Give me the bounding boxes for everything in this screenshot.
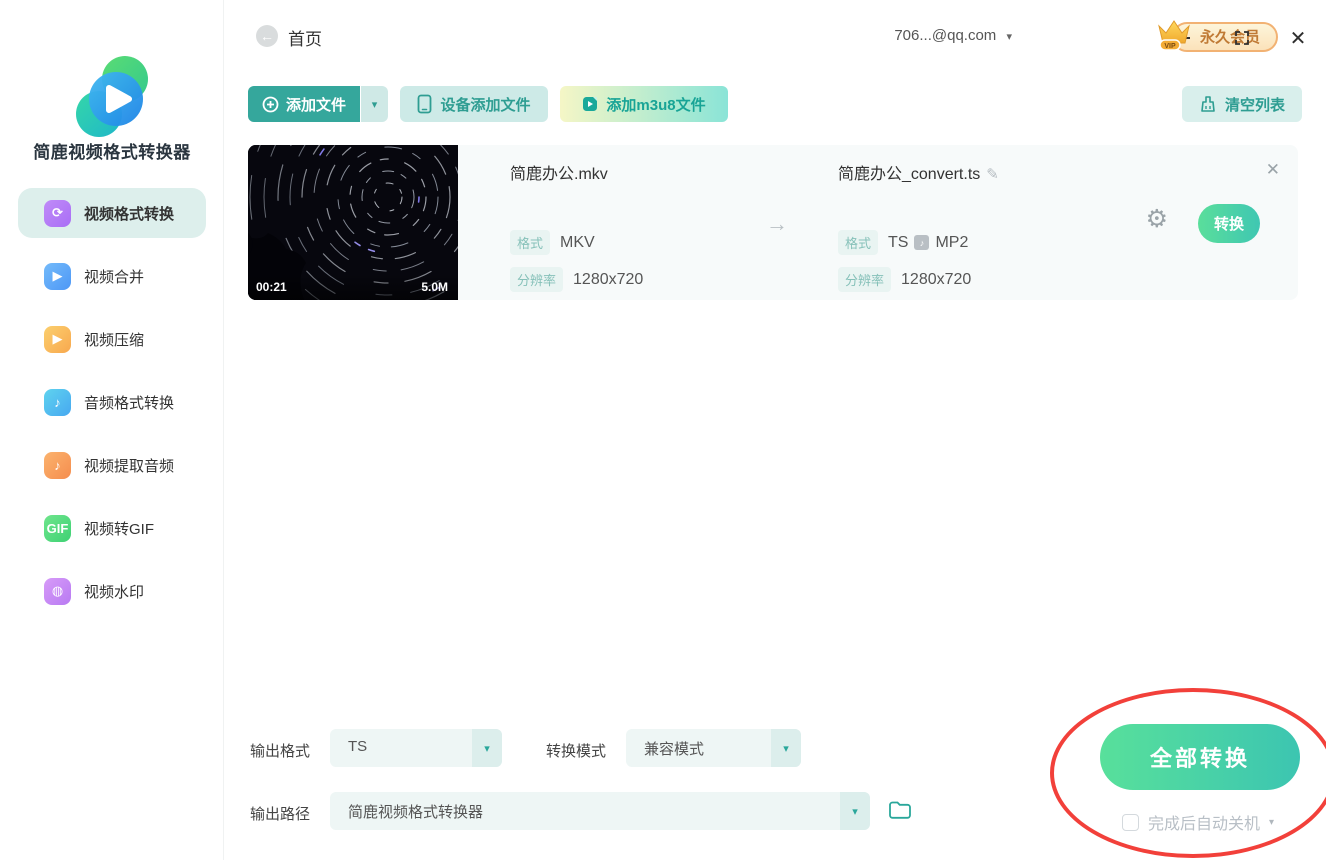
audio-convert-icon: ♪: [44, 388, 71, 416]
gear-icon[interactable]: ⚙: [1146, 207, 1168, 232]
clear-list-button[interactable]: 清空列表: [1182, 86, 1302, 122]
header: ← 首页 706...@qq.com ▾ VIP 永久会员 ✕: [248, 18, 1306, 58]
folder-icon: [889, 801, 911, 819]
add-file-dropdown-button[interactable]: ▾: [361, 86, 388, 122]
sidebar-item-label: 视频提取音频: [84, 457, 175, 475]
app-name: 简鹿视频格式转换器: [33, 143, 191, 162]
chevron-down-icon: ▾: [371, 98, 378, 111]
source-file-info: 简鹿办公.mkv 格式 MKV 分辨率 1280x720: [510, 145, 840, 300]
output-path-label: 输出路径: [250, 806, 311, 823]
add-file-label: 添加文件: [285, 96, 346, 114]
sidebar-item-label: 视频转GIF: [84, 520, 154, 538]
file-list-item: 00:21 5.0M 简鹿办公.mkv 格式 MKV 分辨率 1280x720 …: [248, 145, 1298, 300]
thumbnail-overlay: 00:21 5.0M: [248, 274, 458, 300]
svg-text:VIP: VIP: [1164, 43, 1176, 50]
remove-file-icon[interactable]: ✕: [1266, 160, 1280, 180]
convert-button[interactable]: 转换: [1198, 204, 1260, 243]
convert-all-button[interactable]: 全部转换: [1100, 724, 1300, 790]
toolbar: 添加文件 ▾ 设备添加文件 添加m3u8文件 清空列表: [248, 86, 1302, 122]
maximize-icon: [1235, 31, 1249, 45]
arrow-right-icon: →: [766, 211, 788, 236]
video-size: 5.0M: [421, 280, 448, 294]
account-email: 706...@qq.com: [894, 27, 997, 44]
add-from-device-label: 设备添加文件: [440, 96, 531, 114]
sidebar-item-label: 视频合并: [84, 268, 145, 286]
video-to-gif-icon: GIF: [44, 514, 71, 542]
output-file-name: 简鹿办公_convert.ts ✎: [838, 166, 999, 183]
format-tag: 格式: [838, 230, 879, 255]
video-convert-icon: ⟳: [44, 199, 71, 227]
sidebar-item-video-format-convert[interactable]: ⟳ 视频格式转换: [18, 188, 206, 238]
format-tag: 格式: [510, 230, 551, 255]
m3u8-file-icon: [583, 97, 598, 111]
add-from-device-button[interactable]: 设备添加文件: [400, 86, 548, 122]
extract-audio-icon: ♪: [44, 451, 71, 479]
sidebar: 简鹿视频格式转换器 ⟳ 视频格式转换 ▶ 视频合并 ▶ 视频压缩 ♪ 音频格式转…: [0, 0, 224, 860]
phone-icon: [418, 94, 432, 114]
resolution-tag: 分辨率: [838, 267, 892, 292]
auto-shutdown-label: 完成后自动关机: [1148, 816, 1261, 833]
chevron-down-icon: ▾: [840, 792, 870, 830]
app-logo: [0, 52, 224, 149]
page-title: 首页: [288, 30, 322, 49]
output-path-value: 简鹿视频格式转换器: [348, 804, 484, 821]
crown-icon: VIP: [1158, 20, 1190, 51]
video-merge-icon: ▶: [44, 262, 71, 290]
sidebar-item-label: 视频压缩: [84, 331, 145, 349]
chevron-down-icon: ▾: [1269, 816, 1275, 828]
watermark-icon: ◍: [44, 577, 71, 605]
sidebar-item-label: 音频格式转换: [84, 394, 175, 412]
sidebar-item-label: 视频水印: [84, 583, 145, 601]
sidebar-item-video-watermark[interactable]: ◍ 视频水印: [18, 566, 206, 616]
open-folder-button[interactable]: [888, 800, 912, 825]
source-resolution-value: 1280x720: [573, 270, 644, 288]
chevron-down-icon: ▾: [1006, 31, 1012, 43]
sidebar-menu: ⟳ 视频格式转换 ▶ 视频合并 ▶ 视频压缩 ♪ 音频格式转换 ♪ 视频提取音频…: [18, 188, 206, 629]
source-file-name: 简鹿办公.mkv: [510, 166, 608, 183]
video-compress-icon: ▶: [44, 325, 71, 353]
convert-label: 转换: [1213, 216, 1244, 233]
plus-circle-icon: [262, 96, 279, 112]
convert-mode-label: 转换模式: [546, 743, 607, 760]
back-button[interactable]: ←: [256, 25, 278, 47]
video-thumbnail[interactable]: 00:21 5.0M: [248, 145, 458, 300]
chevron-down-icon: ▾: [472, 729, 502, 767]
sidebar-item-extract-audio[interactable]: ♪ 视频提取音频: [18, 440, 206, 490]
chevron-down-icon: ▾: [771, 729, 801, 767]
output-format-value: TS ♪ MP2: [888, 233, 969, 251]
convert-all-label: 全部转换: [1149, 746, 1250, 771]
sidebar-item-label: 视频格式转换: [84, 205, 175, 223]
convert-mode-select[interactable]: 兼容模式 ▾: [626, 729, 801, 767]
auto-shutdown-option[interactable]: 完成后自动关机 ▾: [1122, 810, 1274, 834]
resolution-tag: 分辨率: [510, 267, 564, 292]
account-menu[interactable]: 706...@qq.com ▾: [894, 27, 1012, 44]
sidebar-item-video-to-gif[interactable]: GIF 视频转GIF: [18, 503, 206, 553]
convert-mode-selected: 兼容模式: [644, 741, 705, 758]
output-format-label: 输出格式: [250, 743, 311, 760]
output-resolution-value: 1280x720: [901, 270, 972, 288]
output-format-select[interactable]: TS ▾: [330, 729, 502, 767]
close-icon: ✕: [1289, 27, 1307, 50]
sidebar-item-audio-format-convert[interactable]: ♪ 音频格式转换: [18, 377, 206, 427]
sidebar-item-video-merge[interactable]: ▶ 视频合并: [18, 251, 206, 301]
back-icon: ←: [260, 28, 274, 44]
audio-codec-icon: ♪: [914, 235, 930, 250]
edit-filename-icon[interactable]: ✎: [986, 166, 999, 183]
source-format-value: MKV: [560, 233, 595, 251]
output-path-select[interactable]: 简鹿视频格式转换器 ▾: [330, 792, 870, 830]
auto-shutdown-checkbox[interactable]: [1122, 813, 1139, 831]
broom-icon: [1201, 96, 1215, 112]
add-file-button[interactable]: 添加文件: [248, 86, 360, 122]
clear-list-label: 清空列表: [1224, 96, 1285, 114]
close-window-button[interactable]: ✕: [1286, 26, 1310, 50]
maximize-button[interactable]: [1230, 26, 1254, 50]
sidebar-item-video-compress[interactable]: ▶ 视频压缩: [18, 314, 206, 364]
add-m3u8-button[interactable]: 添加m3u8文件: [560, 86, 728, 122]
output-format-selected: TS: [348, 738, 368, 755]
add-m3u8-label: 添加m3u8文件: [606, 96, 706, 114]
play-logo-icon: [76, 56, 148, 137]
video-duration: 00:21: [256, 280, 287, 294]
